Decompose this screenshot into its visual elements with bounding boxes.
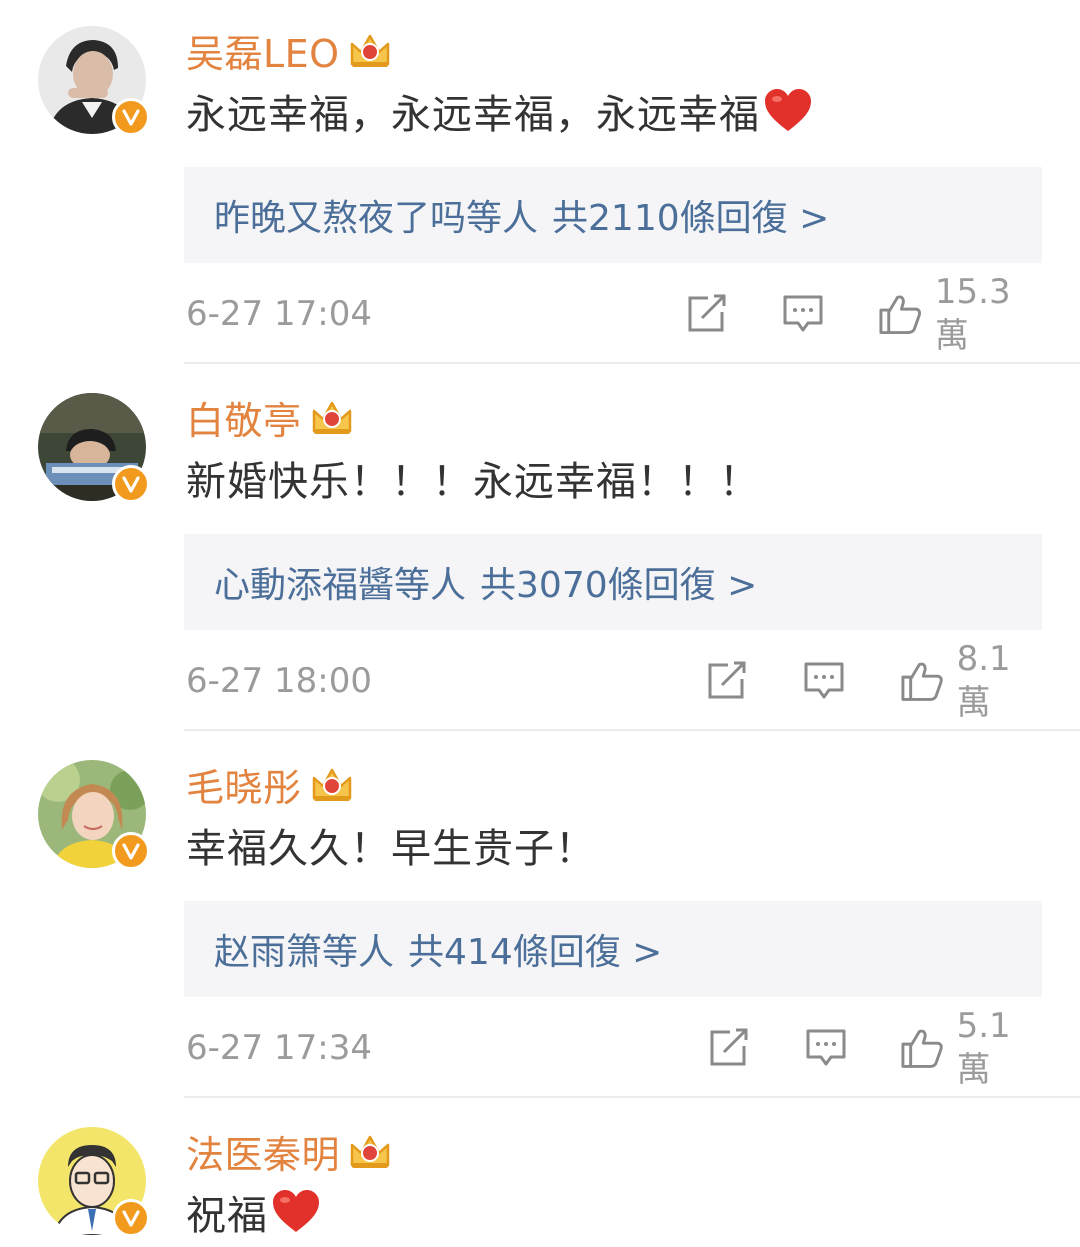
verified-badge-icon (112, 832, 150, 870)
crown-icon (350, 1135, 390, 1168)
reply-summary-link[interactable]: 昨晚又熬夜了吗等人 共2110條回復 > (184, 167, 1042, 263)
comment-time: 6-27 18:00 (186, 661, 372, 701)
reply-count: 共414條回復 > (408, 932, 663, 973)
divider (184, 362, 1080, 364)
like-button[interactable]: 8.1萬 (900, 639, 1042, 723)
like-button[interactable]: 5.1萬 (900, 1006, 1042, 1090)
heart-emoji-icon (765, 89, 811, 131)
like-icon (901, 1029, 943, 1068)
avatar[interactable] (38, 760, 150, 870)
verified-badge-icon (112, 465, 150, 503)
repost-icon[interactable] (708, 1028, 750, 1068)
like-icon (901, 662, 943, 701)
comment-text: 永远幸福，永远幸福，永远幸福 (186, 92, 760, 138)
username[interactable]: 白敬亭 (186, 390, 302, 445)
comment-text: 幸福久久！早生贵子！ (186, 826, 596, 872)
avatar[interactable] (38, 393, 150, 503)
reply-summary-link[interactable]: 心動添福醬等人 共3070條回復 > (184, 534, 1042, 630)
comment-icon[interactable] (805, 1028, 847, 1068)
like-count: 5.1萬 (956, 1006, 1011, 1090)
avatar[interactable] (38, 1127, 150, 1237)
like-button[interactable]: 15.3萬 (878, 272, 1042, 356)
divider (184, 729, 1080, 731)
crown-icon (350, 34, 389, 67)
repost-icon[interactable] (706, 661, 748, 701)
reply-count: 共2110條回復 > (552, 198, 830, 239)
reply-count: 共3070條回復 > (480, 565, 758, 606)
comment-time: 6-27 17:34 (186, 1028, 372, 1068)
comment-text: 祝福 (186, 1193, 268, 1239)
comment-time: 6-27 17:04 (186, 294, 372, 334)
reply-users: 昨晚又熬夜了吗等人 (214, 198, 539, 239)
avatar[interactable] (38, 26, 150, 136)
divider (184, 1096, 1080, 1098)
comment-icon[interactable] (782, 294, 824, 334)
repost-icon[interactable] (686, 294, 728, 334)
reply-summary-link[interactable]: 赵雨箫等人 共414條回復 > (184, 901, 1042, 997)
reply-users: 心動添福醬等人 (214, 565, 467, 606)
verified-badge-icon (112, 98, 150, 136)
like-count: 15.3萬 (934, 272, 1011, 356)
crown-icon (312, 768, 351, 801)
comment-icon[interactable] (803, 661, 845, 701)
username[interactable]: 法医秦明 (186, 1124, 340, 1179)
username[interactable]: 毛晓彤 (186, 757, 302, 812)
username[interactable]: 吴磊LEO (186, 23, 340, 78)
heart-emoji-icon (273, 1190, 319, 1232)
comment-text: 新婚快乐！！！永远幸福！！！ (186, 459, 760, 505)
reply-users: 赵雨箫等人 (214, 932, 395, 973)
like-icon (879, 295, 922, 335)
verified-badge-icon (112, 1199, 150, 1237)
crown-icon (312, 401, 351, 434)
like-count: 8.1萬 (956, 639, 1011, 723)
